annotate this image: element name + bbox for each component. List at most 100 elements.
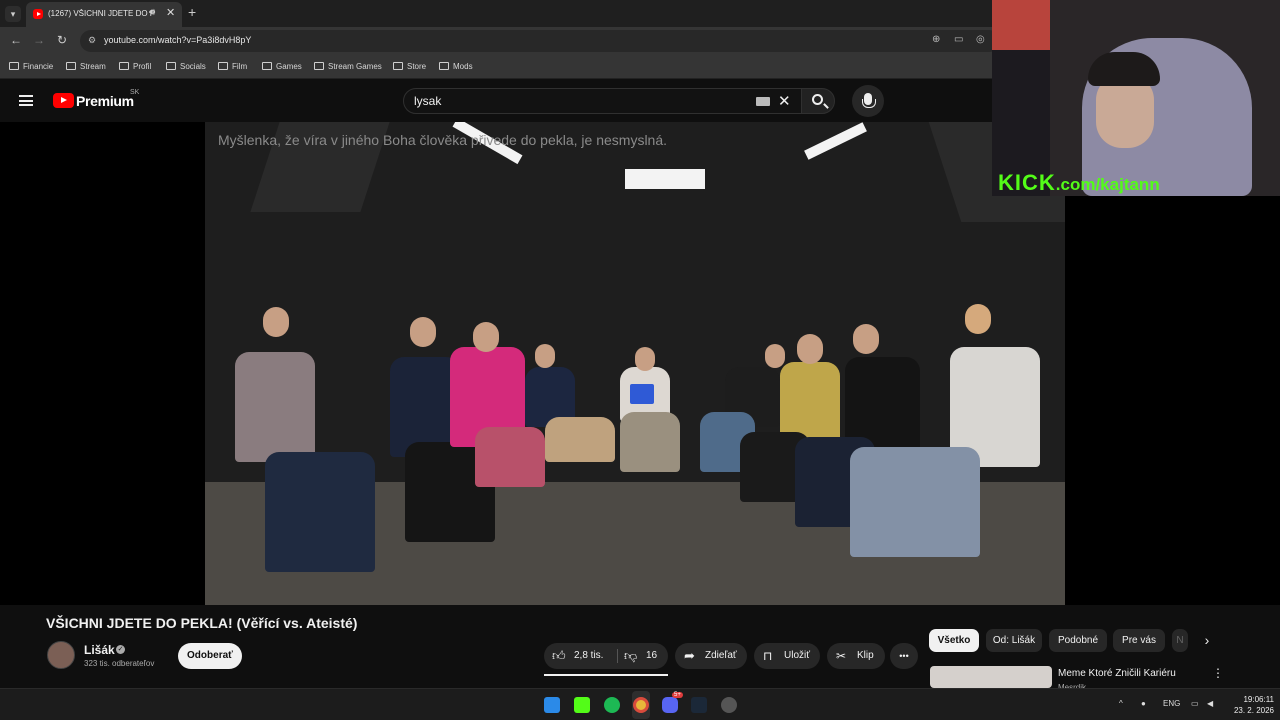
share-button[interactable]: ➦ Zdieľať	[675, 643, 747, 669]
chevron-right-icon[interactable]: ›	[1196, 629, 1218, 652]
new-tab-icon[interactable]: +	[188, 4, 196, 20]
language-indicator[interactable]: ENG	[1163, 699, 1180, 708]
search-button[interactable]	[801, 88, 835, 114]
kick-channel: .com/kajtann	[1055, 175, 1160, 194]
tab-search-icon[interactable]: ▾	[5, 6, 21, 22]
extension-icon[interactable]: ◎	[976, 34, 985, 45]
keyboard-icon[interactable]	[756, 97, 770, 106]
site-info-icon[interactable]: ⚙	[88, 35, 96, 46]
bookmark-stream[interactable]: Stream	[66, 62, 106, 71]
video-frame[interactable]	[205, 122, 1065, 605]
chip-related[interactable]: Podobné	[1049, 629, 1107, 652]
youtube-favicon-icon	[33, 9, 43, 19]
search-input[interactable]	[414, 93, 744, 109]
youtube-logo-text[interactable]: Premium	[76, 93, 134, 109]
obs-icon[interactable]	[721, 697, 737, 713]
divider	[617, 649, 618, 663]
panelist-head	[473, 322, 499, 352]
tray-overflow-icon[interactable]: ^	[1119, 699, 1123, 708]
bookmark-socials[interactable]: Socials	[166, 62, 206, 71]
bookmark-store[interactable]: Store	[393, 62, 426, 71]
channel-avatar[interactable]	[47, 641, 75, 669]
like-ratio-bar	[544, 674, 668, 676]
tab-close-icon[interactable]: ✕	[166, 6, 175, 19]
cast-icon[interactable]: ▭	[954, 34, 963, 45]
panelist-head	[410, 317, 436, 347]
folder-icon	[393, 62, 403, 70]
more-actions-button[interactable]: •••	[890, 643, 918, 669]
clear-search-icon[interactable]: ✕	[778, 92, 791, 110]
like-dislike-group: 👍︎ 2,8 tis. 👎︎ 16	[544, 643, 668, 669]
bookmark-profil[interactable]: Profil	[119, 62, 151, 71]
chip-from-channel[interactable]: Od: Lišák	[986, 629, 1042, 652]
clock[interactable]: 19:06:11 23. 2. 2026	[1228, 694, 1274, 716]
bookmark-icon: ⊓	[763, 649, 773, 663]
steam-icon[interactable]	[691, 697, 707, 713]
webcam-overlay: KICK.com/kajtann	[992, 0, 1280, 196]
menu-icon[interactable]	[19, 95, 33, 106]
bookmark-film[interactable]: Film	[218, 62, 247, 71]
panelist-legs	[265, 452, 375, 572]
panelist-head	[965, 304, 991, 334]
folder-icon	[439, 62, 449, 70]
dislike-count[interactable]: 16	[646, 643, 657, 669]
network-icon[interactable]: ▭	[1191, 699, 1199, 708]
webcam-light	[992, 0, 1050, 50]
search-box: ✕	[403, 88, 803, 114]
clip-button[interactable]: ✂ Klip	[827, 643, 885, 669]
spotify-icon[interactable]	[604, 697, 620, 713]
speaker-icon[interactable]: 🔊︎	[149, 7, 155, 18]
subscriber-count: 323 tis. odberateľov	[84, 659, 155, 668]
volume-icon[interactable]: ◀	[1207, 699, 1213, 708]
streamer-hair	[1088, 52, 1160, 86]
voice-search-icon[interactable]	[852, 85, 884, 117]
chip-truncated[interactable]: N	[1172, 629, 1188, 652]
microphone-tray-icon[interactable]: ●	[1141, 699, 1146, 708]
clock-time: 19:06:11	[1243, 695, 1274, 704]
more-vert-icon[interactable]: ⋮	[1212, 666, 1224, 680]
kick-brand: KICK	[998, 170, 1056, 195]
save-button[interactable]: ⊓ Uložiť	[754, 643, 820, 669]
chip-all[interactable]: Všetko	[929, 629, 979, 652]
moderator-folder	[630, 384, 654, 404]
panelist-head	[765, 344, 785, 368]
youtube-logo-icon[interactable]	[53, 93, 74, 108]
discord-icon[interactable]	[662, 697, 678, 713]
address-bar[interactable]: ⚙ youtube.com/watch?v=Pa3i8dvH8pY ⊕ ▭ ◎	[80, 30, 1000, 52]
chrome-icon[interactable]	[633, 697, 649, 713]
chip-for-you[interactable]: Pre vás	[1113, 629, 1165, 652]
panelist	[235, 352, 315, 462]
forward-icon[interactable]: →	[33, 33, 45, 47]
clock-date: 23. 2. 2026	[1233, 706, 1274, 715]
moderator-head	[635, 347, 655, 371]
panelist-head	[853, 324, 879, 354]
studio-light	[625, 169, 705, 189]
channel-name[interactable]: Lišák	[84, 643, 115, 657]
bookmark-stream-games[interactable]: Stream Games	[314, 62, 382, 71]
zoom-icon[interactable]: ⊕	[932, 34, 940, 45]
like-count[interactable]: 2,8 tis.	[574, 643, 603, 669]
dislike-icon[interactable]: 👎︎	[624, 643, 637, 669]
subscribe-button[interactable]: Odoberať	[178, 643, 242, 669]
discord-badge: 5+	[672, 692, 683, 698]
bookmark-games[interactable]: Games	[262, 62, 302, 71]
video-caption: Myšlenka, že víra v jiného Boha člověka …	[218, 132, 668, 148]
panelist	[780, 362, 840, 442]
recommendation-title[interactable]: Meme Ktoré Zničili Kariéru	[1058, 668, 1176, 679]
bookmark-mods[interactable]: Mods	[439, 62, 473, 71]
panelist-head	[535, 344, 555, 368]
kick-app-icon[interactable]	[574, 697, 590, 713]
reload-icon[interactable]: ↻	[57, 33, 67, 47]
recommendation-thumbnail[interactable]	[930, 666, 1052, 688]
back-icon[interactable]: ←	[10, 33, 22, 47]
folder-icon	[314, 62, 324, 70]
folder-icon	[66, 62, 76, 70]
share-icon: ➦	[684, 648, 695, 663]
folder-icon	[262, 62, 272, 70]
kick-overlay-text: KICK.com/kajtann	[998, 170, 1160, 196]
url-text[interactable]: youtube.com/watch?v=Pa3i8dvH8pY	[104, 35, 251, 45]
windows-start-icon[interactable]	[544, 697, 560, 713]
bookmark-financie[interactable]: Financie	[9, 62, 53, 71]
like-icon[interactable]: 👍︎	[552, 643, 566, 669]
browser-tab-active[interactable]: (1267) VŠICHNI JDETE DO P 🔊︎ ✕	[26, 2, 182, 27]
